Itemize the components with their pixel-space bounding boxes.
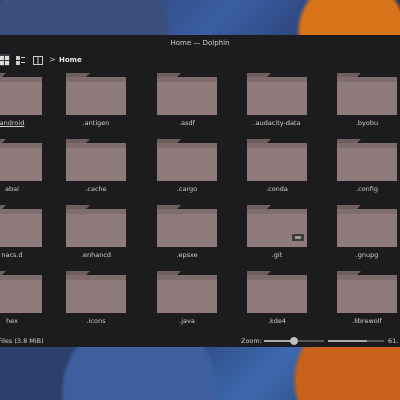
folder-item[interactable]: .gnupg xyxy=(327,205,400,267)
folder-item[interactable]: .audacity-data xyxy=(237,73,317,135)
folder-item[interactable]: .byobu xyxy=(327,73,400,135)
folder-item[interactable]: .asdf xyxy=(147,73,227,135)
folder-item[interactable]: .java xyxy=(147,271,227,333)
free-space-bar-fill xyxy=(328,340,368,342)
folder-icon xyxy=(247,271,307,313)
free-space-text: 61. xyxy=(388,337,399,345)
folder-icon xyxy=(0,271,42,313)
window-title: Home — Dolphin xyxy=(170,39,230,47)
folder-icon xyxy=(66,139,126,181)
folder-label: .config xyxy=(356,185,378,193)
folder-item[interactable]: hex xyxy=(0,271,52,333)
folder-icon xyxy=(337,139,397,181)
compact-view-button[interactable] xyxy=(14,54,26,66)
folder-icon xyxy=(247,73,307,115)
folder-icon xyxy=(0,139,42,181)
folder-icon xyxy=(337,271,397,313)
folder-label: hex xyxy=(6,317,18,325)
folder-label: android xyxy=(0,119,25,127)
folder-icon xyxy=(157,271,217,313)
folder-item[interactable]: .conda xyxy=(237,139,317,201)
dolphin-window: Home — Dolphin > Home android .antigen .… xyxy=(0,35,400,347)
folder-item[interactable]: abai xyxy=(0,139,52,201)
folder-item[interactable]: .epsxe xyxy=(147,205,227,267)
folder-label: .byobu xyxy=(355,119,379,127)
folder-item[interactable]: nacs.d xyxy=(0,205,52,267)
title-bar[interactable]: Home — Dolphin xyxy=(0,35,400,51)
folder-icon xyxy=(337,73,397,115)
breadcrumb-home[interactable]: Home xyxy=(59,54,82,66)
split-view-button[interactable] xyxy=(32,54,44,66)
folder-icon xyxy=(0,73,42,115)
folder-item[interactable]: .cache xyxy=(56,139,136,201)
folder-label: .enhancd xyxy=(80,251,112,259)
zoom-slider-handle[interactable] xyxy=(290,337,298,345)
folder-label: .epsxe xyxy=(176,251,198,259)
folder-label: abai xyxy=(5,185,19,193)
free-space-bar xyxy=(328,340,384,342)
folder-item[interactable]: .cargo xyxy=(147,139,227,201)
folder-icon xyxy=(157,205,217,247)
folder-label: .git xyxy=(271,251,283,259)
folder-label: .conda xyxy=(266,185,288,193)
status-bar: Files (3.8 MiB) Zoom: 61. xyxy=(0,335,400,347)
folder-label: .librewolf xyxy=(352,317,382,325)
folder-item[interactable]: .git xyxy=(237,205,317,267)
folder-icon xyxy=(66,73,126,115)
folder-icon xyxy=(247,139,307,181)
folder-icon xyxy=(247,205,307,247)
icons-view-icon xyxy=(0,55,9,65)
folder-label: .cache xyxy=(85,185,107,193)
folder-item[interactable]: .antigen xyxy=(56,73,136,135)
folder-label: .cargo xyxy=(176,185,198,193)
folder-label: .java xyxy=(179,317,195,325)
zoom-slider[interactable] xyxy=(264,337,324,345)
folder-icon xyxy=(157,139,217,181)
folder-label: .kde4 xyxy=(267,317,287,325)
compact-view-icon xyxy=(15,55,25,65)
folder-icon xyxy=(66,271,126,313)
folder-icon xyxy=(157,73,217,115)
folder-item[interactable]: android xyxy=(0,73,52,135)
icons-view-button[interactable] xyxy=(0,54,10,66)
breadcrumb-separator-icon: > xyxy=(49,55,56,64)
folder-item[interactable]: .kde4 xyxy=(237,271,317,333)
split-view-icon xyxy=(33,55,43,65)
folder-label: .audacity-data xyxy=(253,119,301,127)
folder-item[interactable]: .icons xyxy=(56,271,136,333)
folder-label: .asdf xyxy=(179,119,195,127)
folder-item[interactable]: .config xyxy=(327,139,400,201)
status-summary: Files (3.8 MiB) xyxy=(0,337,44,345)
folder-label: .antigen xyxy=(82,119,110,127)
folder-icon xyxy=(0,205,42,247)
folder-icon xyxy=(337,205,397,247)
zoom-label: Zoom: xyxy=(241,337,262,345)
folder-label: .gnupg xyxy=(355,251,379,259)
folder-item[interactable]: .enhancd xyxy=(56,205,136,267)
folder-label: .icons xyxy=(86,317,106,325)
folder-icon xyxy=(66,205,126,247)
folder-label: nacs.d xyxy=(1,251,23,259)
toolbar: > Home xyxy=(0,51,400,69)
file-grid: android .antigen .asdf .audacity-data .b… xyxy=(0,73,400,335)
folder-item[interactable]: .librewolf xyxy=(327,271,400,333)
